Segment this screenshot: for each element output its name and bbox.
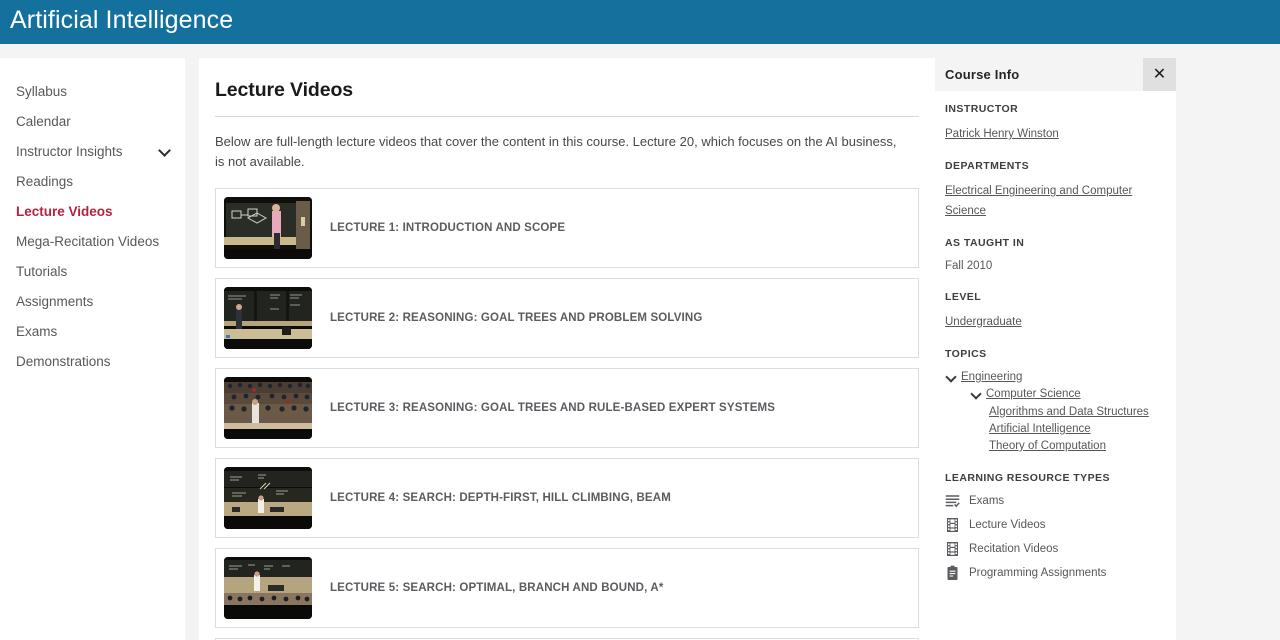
topic-link[interactable]: Artificial Intelligence: [989, 421, 1091, 438]
lecture-video-card[interactable]: LECTURE 3: REASONING: GOAL TREES AND RUL…: [215, 368, 919, 449]
lecture-thumbnail[interactable]: [224, 557, 312, 620]
topic-row[interactable]: Artificial Intelligence: [945, 421, 1166, 438]
course-info-header: Course Info ✕: [935, 58, 1176, 91]
resource-type-label: Recitation Videos: [969, 543, 1059, 556]
sidebar-item-mega-recitation-videos[interactable]: Mega-Recitation Videos: [0, 226, 185, 256]
instructor-group: INSTRUCTOR Patrick Henry Winston: [945, 103, 1166, 143]
departments-group: DEPARTMENTS Electrical Engineering and C…: [945, 160, 1166, 220]
sidebar-item-label: Calendar: [16, 113, 71, 129]
topics-tree: Engineering Computer Science Algorithms an…: [945, 369, 1166, 455]
lecture-video-card[interactable]: LECTURE 4: SEARCH: DEPTH-FIRST, HILL CLI…: [215, 458, 919, 539]
resource-type-row: Exams: [945, 493, 1166, 509]
site-header: Artificial Intelligence: [0, 0, 1280, 44]
resource-type-label: Lecture Videos: [969, 519, 1046, 532]
topic-link[interactable]: Theory of Computation: [989, 438, 1106, 455]
chevron-down-icon[interactable]: [970, 388, 983, 401]
sidebar-item-assignments[interactable]: Assignments: [0, 286, 185, 316]
topic-row[interactable]: Algorithms and Data Structures: [945, 404, 1166, 421]
chevron-down-icon[interactable]: [159, 145, 171, 157]
course-info-body: INSTRUCTOR Patrick Henry Winston DEPARTM…: [935, 91, 1176, 581]
title-divider: [215, 116, 919, 117]
sidebar-item-label: Demonstrations: [16, 353, 111, 369]
department-link[interactable]: Electrical Engineering and Computer Scie…: [945, 185, 1132, 216]
chevron-down-icon[interactable]: [945, 371, 958, 384]
course-info-title: Course Info: [945, 67, 1020, 82]
resource-type-row: Recitation Videos: [945, 541, 1166, 557]
film-strip-icon: [945, 517, 960, 533]
resource-type-label: Programming Assignments: [969, 567, 1107, 580]
lecture-thumbnail[interactable]: [224, 377, 312, 440]
instructor-label: INSTRUCTOR: [945, 103, 1019, 115]
as-taught-in-value: Fall 2010: [945, 259, 993, 272]
level-link[interactable]: Undergraduate: [945, 316, 1022, 328]
lecture-video-card[interactable]: LECTURE 2: REASONING: GOAL TREES AND PRO…: [215, 278, 919, 359]
resource-types-label: LEARNING RESOURCE TYPES: [945, 472, 1110, 485]
sidebar-item-demonstrations[interactable]: Demonstrations: [0, 346, 185, 376]
main-content: Lecture Videos Below are full-length lec…: [199, 58, 935, 640]
clipboard-icon: [945, 565, 960, 581]
lecture-video-card[interactable]: LECTURE 5: SEARCH: OPTIMAL, BRANCH AND B…: [215, 548, 919, 629]
sidebar-item-exams[interactable]: Exams: [0, 316, 185, 346]
topic-link[interactable]: Engineering: [961, 369, 1022, 386]
resource-types-group: LEARNING RESOURCE TYPES Exams Lecture Vid…: [945, 472, 1166, 581]
sidebar-item-label: Mega-Recitation Videos: [16, 233, 160, 249]
page-body: Syllabus Calendar Instructor Insights Readi…: [0, 44, 1280, 640]
section-intro: Below are full-length lecture videos tha…: [215, 134, 897, 170]
exam-lines-icon: [945, 493, 960, 509]
topics-label: TOPICS: [945, 348, 987, 361]
topic-link[interactable]: Computer Science: [986, 386, 1081, 403]
lecture-video-card[interactable]: LECTURE 1: INTRODUCTION AND SCOPE: [215, 188, 919, 269]
resource-type-row: Programming Assignments: [945, 565, 1166, 581]
lecture-video-list: LECTURE 1: INTRODUCTION AND SCOPE LECTURE…: [215, 188, 919, 640]
sidebar-item-label: Exams: [16, 323, 58, 339]
sidebar-item-tutorials[interactable]: Tutorials: [0, 256, 185, 286]
lecture-video-title: LECTURE 5: SEARCH: OPTIMAL, BRANCH AND B…: [330, 581, 664, 594]
sidebar-item-label: Tutorials: [16, 263, 68, 279]
lecture-video-title: LECTURE 3: REASONING: GOAL TREES AND RUL…: [330, 401, 776, 414]
lecture-video-title: LECTURE 4: SEARCH: DEPTH-FIRST, HILL CLI…: [330, 491, 671, 504]
sidebar-item-label: Assignments: [16, 293, 94, 309]
sidebar-item-label: Lecture Videos: [16, 203, 113, 219]
film-strip-icon: [945, 541, 960, 557]
sidebar-item-lecture-videos[interactable]: Lecture Videos: [0, 196, 185, 226]
course-info-panel: Course Info ✕ INSTRUCTOR Patrick Henry W…: [935, 58, 1176, 640]
course-navigation: Syllabus Calendar Instructor Insights Readi…: [0, 58, 185, 640]
topic-link[interactable]: Algorithms and Data Structures: [989, 404, 1149, 421]
topics-group: TOPICS Engineering Computer Science Algori…: [945, 348, 1166, 455]
sidebar-item-label: Instructor Insights: [16, 143, 123, 159]
sidebar-item-readings[interactable]: Readings: [0, 166, 185, 196]
sidebar-item-syllabus[interactable]: Syllabus: [0, 76, 185, 106]
lecture-thumbnail[interactable]: [224, 467, 312, 530]
sidebar-item-calendar[interactable]: Calendar: [0, 106, 185, 136]
course-info-sidebar: Course Info ✕ INSTRUCTOR Patrick Henry W…: [935, 58, 1176, 640]
sidebar-item-instructor-insights[interactable]: Instructor Insights: [0, 136, 185, 166]
section-title: Lecture Videos: [215, 79, 354, 101]
lecture-thumbnail[interactable]: [224, 287, 312, 350]
page-title: Artificial Intelligence: [10, 6, 234, 34]
topic-row[interactable]: Engineering: [945, 369, 1166, 386]
as-taught-in-group: AS TAUGHT IN Fall 2010: [945, 237, 1166, 274]
lecture-video-title: LECTURE 2: REASONING: GOAL TREES AND PRO…: [330, 311, 703, 324]
topic-row[interactable]: Theory of Computation: [945, 438, 1166, 455]
lecture-video-title: LECTURE 1: INTRODUCTION AND SCOPE: [330, 221, 566, 234]
resource-types-list: Exams Lecture Videos Recitation Videos Prog…: [945, 493, 1166, 581]
sidebar-item-label: Readings: [16, 173, 74, 189]
topic-row[interactable]: Computer Science: [945, 386, 1166, 403]
resource-type-row: Lecture Videos: [945, 517, 1166, 533]
resource-type-label: Exams: [969, 495, 1005, 508]
as-taught-in-label: AS TAUGHT IN: [945, 236, 1025, 249]
lecture-thumbnail[interactable]: [224, 197, 312, 260]
departments-label: DEPARTMENTS: [945, 160, 1030, 173]
instructor-link[interactable]: Patrick Henry Winston: [945, 128, 1059, 140]
sidebar-item-label: Syllabus: [16, 83, 68, 99]
level-group: LEVEL Undergraduate: [945, 291, 1166, 331]
close-icon[interactable]: ✕: [1143, 58, 1176, 91]
level-label: LEVEL: [945, 290, 982, 303]
